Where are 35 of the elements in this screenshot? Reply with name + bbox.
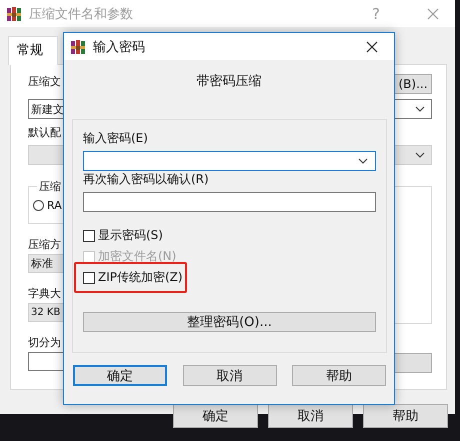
field-label: 再次输入密码以确认(R): [83, 171, 210, 188]
chevron-down-icon: [358, 158, 368, 164]
dialog-heading: 带密码压缩: [196, 73, 262, 91]
group-label: 压缩: [37, 179, 63, 194]
chevron-down-icon: [415, 106, 425, 112]
radio-button[interactable]: [33, 200, 44, 211]
radio-label: RA: [47, 199, 62, 212]
dialog-title: 输入密码: [93, 38, 145, 56]
field-label: 字典大: [28, 286, 61, 301]
field-label: 压缩文: [28, 74, 61, 89]
window-title: 压缩文件名和参数: [29, 6, 133, 22]
books-icon: [6, 6, 22, 22]
close-icon[interactable]: [366, 40, 378, 52]
dialog-button[interactable]: 取消: [182, 365, 276, 386]
organize-passwords-button[interactable]: 整理密码(O)...: [83, 312, 376, 332]
dialog-button[interactable]: 帮助: [292, 365, 386, 386]
password-field[interactable]: [83, 151, 376, 171]
field-label: 输入密码(E): [83, 130, 149, 147]
browse-button[interactable]: (B)...: [394, 74, 432, 94]
field-label: 压缩方: [28, 237, 61, 252]
dialog-button[interactable]: 帮助: [363, 404, 448, 428]
checkbox[interactable]: [83, 230, 95, 242]
field-label: 切分为: [28, 335, 61, 350]
checkbox-label: 显示密码(S): [98, 227, 163, 244]
dialog-button[interactable]: 确定: [173, 404, 258, 428]
books-icon: [70, 38, 86, 54]
tab[interactable]: 常规: [8, 36, 58, 65]
dialog-button[interactable]: 确定: [73, 365, 167, 386]
field-label: 默认配: [28, 125, 61, 140]
checkbox-label: 加密文件名(N): [98, 248, 176, 265]
chevron-down-icon: [415, 152, 425, 158]
checkbox[interactable]: [83, 272, 95, 284]
dialog-button[interactable]: 取消: [268, 404, 353, 428]
checkbox-label: ZIP传统加密(Z): [98, 269, 183, 286]
confirm-password-field[interactable]: [83, 192, 376, 212]
